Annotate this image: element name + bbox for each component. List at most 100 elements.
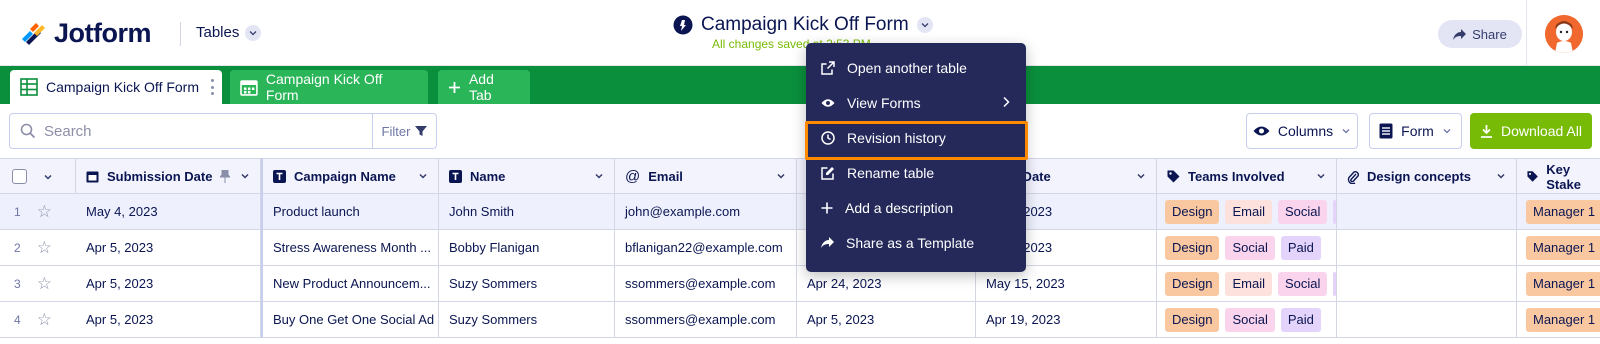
download-all-button[interactable]: Download All [1470,113,1592,149]
add-tab-button[interactable]: Add Tab [438,70,530,104]
cell-key-stakeholders[interactable]: Manager 1 [1517,194,1600,229]
chevron-down-icon[interactable] [240,171,250,181]
cell-email[interactable]: john@example.com [615,194,797,229]
chevron-down-icon[interactable] [1496,171,1506,181]
tag: Social [1225,307,1275,332]
cell-email[interactable]: ssommers@example.com [615,302,797,337]
cell-name[interactable]: Suzy Sommers [439,266,615,301]
cell-start-date[interactable]: Apr 5, 2023 [797,302,976,337]
cell-design-concepts[interactable] [1337,194,1517,229]
cell-submission-date[interactable]: Apr 5, 2023 [76,302,261,337]
tables-menu[interactable]: Tables [196,24,262,41]
cell-submission-date[interactable]: Apr 5, 2023 [76,266,261,301]
share-icon [821,237,834,248]
cell-name[interactable]: John Smith [439,194,615,229]
cell-name[interactable]: Suzy Sommers [439,302,615,337]
star-icon[interactable]: ☆ [37,238,52,258]
filter-button[interactable]: Filter [372,114,436,148]
table-row[interactable]: 2 ☆ Apr 5, 2023 Stress Awareness Month .… [0,230,1600,266]
cell-submission-date[interactable]: Apr 5, 2023 [76,230,261,265]
cell-teams-involved[interactable]: Design Social Paid [1157,230,1337,265]
table-options-menu: Open another table View Forms Revision h… [806,43,1026,272]
chevron-down-icon [1342,129,1350,134]
tag: Manager 1 [1526,199,1600,224]
cell-campaign-name[interactable]: Stress Awareness Month ... [263,230,439,265]
text-icon [273,170,286,183]
menu-item-revision-history[interactable]: Revision history [806,120,1026,155]
frozen-column-divider [261,158,263,338]
tag: Paid [1280,307,1321,332]
star-icon[interactable]: ☆ [37,310,52,330]
column-header-name[interactable]: Name [439,159,615,194]
cell-email[interactable]: bflanigan22@example.com [615,230,797,265]
cell-design-concepts[interactable] [1337,266,1517,301]
table-row[interactable]: 4 ☆ Apr 5, 2023 Buy One Get One Social A… [0,302,1600,338]
menu-item-rename-table[interactable]: Rename table [806,155,1026,190]
column-header-design-concepts[interactable]: Design concepts [1337,159,1517,194]
chevron-down-icon[interactable] [1136,171,1146,181]
share-button[interactable]: Share [1438,20,1522,48]
column-header-teams-involved[interactable]: Teams Involved [1157,159,1337,194]
form-button[interactable]: Form [1369,113,1462,149]
tab-campaign-kick-off-form[interactable]: Campaign Kick Off Form [10,70,222,104]
tag: Manager 1 [1526,307,1600,332]
menu-item-open-another-table[interactable]: Open another table [806,50,1026,85]
menu-item-view-forms[interactable]: View Forms [806,85,1026,120]
column-header-campaign-name[interactable]: Campaign Name [263,159,439,194]
cell-email[interactable]: ssommers@example.com [615,266,797,301]
cell-name[interactable]: Bobby Flanigan [439,230,615,265]
star-icon[interactable]: ☆ [37,274,52,294]
chevron-down-icon[interactable] [594,171,604,181]
cell-key-stakeholders[interactable]: Manager 1 [1517,266,1600,301]
form-icon [1379,123,1393,139]
row-number: 1 ☆ [14,201,52,222]
chevron-down-icon[interactable] [1316,171,1326,181]
column-header-submission-date[interactable]: Submission Date [76,159,261,194]
cell-key-stakeholders[interactable]: Manager 1 [1517,230,1600,265]
app-header: Jotform Tables Campaign Kick Off Form Al… [0,0,1600,66]
jotform-logo[interactable]: Jotform [20,18,152,49]
clock-icon [821,130,835,145]
chevron-down-icon[interactable] [418,171,428,181]
table-row[interactable]: 1 ☆ May 4, 2023 Product launch John Smit… [0,194,1600,230]
table-header: Submission Date Campaign Name Name @ Ema… [0,158,1600,194]
search-input[interactable] [44,122,344,140]
more-options-icon[interactable] [211,79,214,95]
cell-teams-involved[interactable]: Design Social Paid [1157,302,1337,337]
eye-icon [1253,126,1270,136]
chevron-down-icon[interactable] [43,172,53,182]
tag: Email [1225,199,1272,224]
table-title-dropdown[interactable]: Campaign Kick Off Form [673,14,933,36]
columns-button[interactable]: Columns [1246,113,1358,149]
user-avatar[interactable] [1545,15,1583,53]
paperclip-icon [1347,170,1359,184]
plus-icon [448,81,460,93]
table-icon [673,15,693,35]
select-all-checkbox[interactable] [12,169,27,184]
tag: Design [1165,235,1220,260]
tab-campaign-kick-off-form-calendar[interactable]: Campaign Kick Off Form [230,70,428,104]
column-header-key-stakeholders[interactable]: Key Stake [1517,159,1600,194]
cell-campaign-name[interactable]: New Product Announcem... [263,266,439,301]
cell-design-concepts[interactable] [1337,302,1517,337]
menu-item-add-description[interactable]: Add a description [806,190,1026,225]
menu-item-share-as-template[interactable]: Share as a Template [806,225,1026,260]
column-header-email[interactable]: @ Email [615,159,797,194]
cell-design-concepts[interactable] [1337,230,1517,265]
cell-campaign-name[interactable]: Product launch [263,194,439,229]
tag: Design [1165,271,1220,296]
pin-icon[interactable] [220,170,230,183]
chevron-down-icon[interactable] [776,171,786,181]
cell-key-stakeholders[interactable]: Manager 1 [1517,302,1600,337]
tab-label: Campaign Kick Off Form [46,79,200,95]
cell-submission-date[interactable]: May 4, 2023 [76,194,261,229]
tag-overflow [1333,199,1336,224]
download-icon [1481,125,1493,138]
cell-campaign-name[interactable]: Buy One Get One Social Ad [263,302,439,337]
cell-end-date[interactable]: Apr 19, 2023 [976,302,1157,337]
cell-teams-involved[interactable]: Design Email Social [1157,266,1337,301]
tag: Social [1277,199,1328,224]
table-row[interactable]: 3 ☆ Apr 5, 2023 New Product Announcem...… [0,266,1600,302]
star-icon[interactable]: ☆ [37,202,52,222]
cell-teams-involved[interactable]: Design Email Social [1157,194,1337,229]
